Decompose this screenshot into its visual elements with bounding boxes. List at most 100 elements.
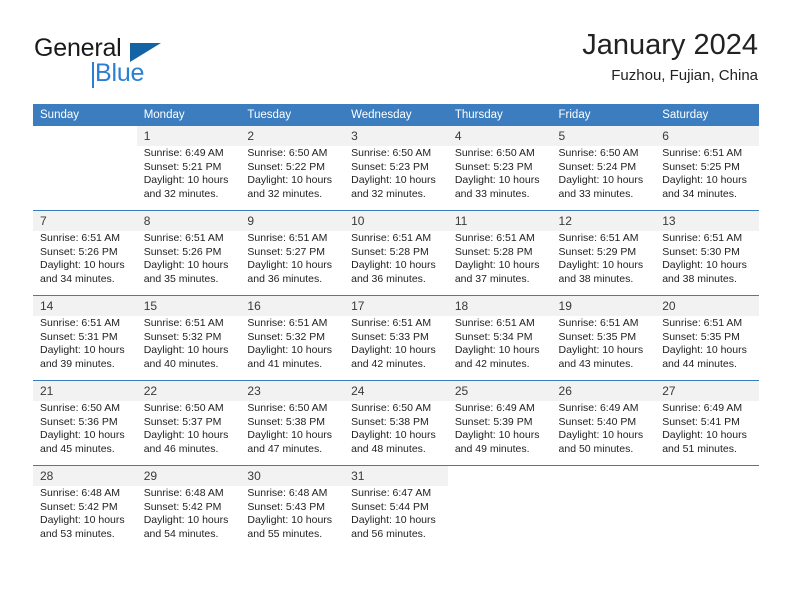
day-info-line-2: Sunset: 5:24 PM	[558, 160, 637, 173]
day-number: 31	[344, 466, 448, 486]
day-info-line-1: Sunrise: 6:51 AM	[143, 232, 224, 244]
calendar-week-row: 1 Sunrise: 6:49 AM Sunset: 5:21 PM Daylight…	[33, 126, 759, 211]
calendar-day-cell[interactable]: 3 Sunrise: 6:50 AM Sunset: 5:23 PM Daylight…	[344, 126, 448, 211]
day-number: 29	[136, 466, 241, 486]
day-info-line-1: Sunrise: 6:50 AM	[40, 402, 120, 414]
day-info-line-2: Sunset: 5:41 PM	[662, 415, 740, 428]
day-number: 10	[344, 211, 448, 231]
calendar-day-cell[interactable]: 20 Sunrise: 6:51 AM Sunset: 5:35 PM Dayligh…	[655, 295, 759, 381]
day-sun-info	[33, 146, 137, 147]
day-info-line-2: Sunset: 5:23 PM	[454, 160, 533, 173]
day-sun-info: Sunrise: 6:51 AM Sunset: 5:26 PM Daylight:…	[137, 231, 241, 286]
day-info-line-2: Sunset: 5:34 PM	[454, 330, 533, 343]
day-sun-info: Sunrise: 6:51 AM Sunset: 5:33 PM Daylight:…	[344, 316, 448, 371]
calendar-day-cell[interactable]: 7 Sunrise: 6:51 AM Sunset: 5:26 PM Daylight…	[33, 210, 137, 296]
title-block: January 2024 Fuzhou, Fujian, China	[582, 28, 758, 87]
day-info-line-3: Daylight: 10 hours	[662, 259, 747, 272]
day-info-line-1: Sunrise: 6:51 AM	[247, 232, 328, 244]
calendar-day-cell[interactable]: 25 Sunrise: 6:49 AM Sunset: 5:39 PM Dayligh…	[447, 380, 552, 466]
day-info-line-3: Daylight: 10 hours	[40, 344, 125, 357]
calendar-day-cell[interactable]: 5 Sunrise: 6:50 AM Sunset: 5:24 PM Daylight…	[551, 126, 656, 211]
day-info-line-1: Sunrise: 6:51 AM	[454, 317, 535, 329]
day-info-line-2: Sunset: 5:26 PM	[40, 245, 118, 258]
calendar-day-cell[interactable]: 18 Sunrise: 6:51 AM Sunset: 5:34 PM Dayligh…	[447, 295, 552, 381]
day-info-line-2: Sunset: 5:32 PM	[143, 330, 222, 343]
day-info-line-3: Daylight: 10 hours	[247, 514, 333, 527]
calendar-day-cell[interactable]: 23 Sunrise: 6:50 AM Sunset: 5:38 PM Dayligh…	[240, 380, 345, 466]
calendar-day-cell[interactable]: 27 Sunrise: 6:49 AM Sunset: 5:41 PM Dayligh…	[655, 380, 759, 466]
day-info-line-1: Sunrise: 6:51 AM	[662, 232, 743, 244]
weekday-header-friday: Friday	[551, 104, 656, 126]
calendar-day-cell[interactable]: 11 Sunrise: 6:51 AM Sunset: 5:28 PM Dayligh…	[447, 210, 552, 296]
day-info-line-4: and 46 minutes.	[143, 442, 219, 455]
calendar-day-cell[interactable]: 21 Sunrise: 6:50 AM Sunset: 5:36 PM Dayligh…	[33, 380, 137, 466]
calendar-day-cell[interactable]: 19 Sunrise: 6:51 AM Sunset: 5:35 PM Dayligh…	[551, 295, 656, 381]
logo-text-general: General	[34, 34, 122, 62]
calendar-day-cell[interactable]: 30 Sunrise: 6:48 AM Sunset: 5:43 PM Dayligh…	[240, 465, 345, 550]
calendar-day-cell[interactable]: 15 Sunrise: 6:51 AM Sunset: 5:32 PM Dayligh…	[136, 295, 241, 381]
day-info-line-4: and 35 minutes.	[143, 272, 219, 285]
day-sun-info: Sunrise: 6:50 AM Sunset: 5:23 PM Daylight:…	[344, 146, 448, 201]
day-info-line-1: Sunrise: 6:50 AM	[351, 147, 432, 159]
day-sun-info: Sunrise: 6:51 AM Sunset: 5:25 PM Daylight:…	[655, 146, 759, 201]
calendar-day-cell[interactable]: 4 Sunrise: 6:50 AM Sunset: 5:23 PM Daylight…	[447, 126, 552, 211]
calendar-day-cell[interactable]: 1 Sunrise: 6:49 AM Sunset: 5:21 PM Daylight…	[136, 126, 241, 211]
day-number: 3	[344, 126, 448, 146]
day-info-line-4: and 32 minutes.	[351, 187, 426, 200]
day-info-line-2: Sunset: 5:33 PM	[351, 330, 429, 343]
day-info-line-4: and 32 minutes.	[143, 187, 219, 200]
calendar-day-cell[interactable]: 24 Sunrise: 6:50 AM Sunset: 5:38 PM Dayligh…	[344, 380, 448, 466]
day-number	[552, 466, 656, 486]
calendar-day-cell[interactable]: 2 Sunrise: 6:50 AM Sunset: 5:22 PM Daylight…	[240, 126, 345, 211]
calendar-day-cell[interactable]: 10 Sunrise: 6:51 AM Sunset: 5:28 PM Dayligh…	[344, 210, 448, 296]
day-info-line-3: Daylight: 10 hours	[40, 514, 125, 527]
calendar-day-cell[interactable]: 29 Sunrise: 6:48 AM Sunset: 5:42 PM Dayligh…	[136, 465, 241, 550]
day-info-line-3: Daylight: 10 hours	[454, 429, 540, 442]
day-info-line-4: and 51 minutes.	[662, 442, 737, 455]
day-info-line-1: Sunrise: 6:51 AM	[351, 232, 432, 244]
general-blue-logo[interactable]: General Blue	[34, 34, 264, 90]
day-sun-info: Sunrise: 6:51 AM Sunset: 5:28 PM Daylight:…	[448, 231, 552, 286]
calendar-day-cell[interactable]: 12 Sunrise: 6:51 AM Sunset: 5:29 PM Dayligh…	[551, 210, 656, 296]
day-info-line-3: Daylight: 10 hours	[143, 429, 229, 442]
day-info-line-4: and 34 minutes.	[40, 272, 115, 285]
calendar-day-cell[interactable]: 16 Sunrise: 6:51 AM Sunset: 5:32 PM Dayligh…	[240, 295, 345, 381]
day-info-line-2: Sunset: 5:30 PM	[662, 245, 740, 258]
day-number	[448, 466, 552, 486]
day-sun-info: Sunrise: 6:48 AM Sunset: 5:42 PM Daylight:…	[33, 486, 137, 541]
day-sun-info: Sunrise: 6:51 AM Sunset: 5:30 PM Daylight:…	[655, 231, 759, 286]
day-sun-info: Sunrise: 6:51 AM Sunset: 5:32 PM Daylight:…	[137, 316, 241, 371]
day-info-line-2: Sunset: 5:39 PM	[454, 415, 533, 428]
calendar-day-cell[interactable]: 31 Sunrise: 6:47 AM Sunset: 5:44 PM Dayligh…	[344, 465, 448, 550]
day-info-line-2: Sunset: 5:42 PM	[143, 500, 222, 513]
day-number: 21	[33, 381, 137, 401]
calendar-week-row: 21 Sunrise: 6:50 AM Sunset: 5:36 PM Dayligh…	[33, 380, 759, 466]
page-subtitle: Fuzhou, Fujian, China	[611, 67, 758, 84]
calendar-week-row: 14 Sunrise: 6:51 AM Sunset: 5:31 PM Dayligh…	[33, 295, 759, 381]
day-number: 13	[655, 211, 759, 231]
day-info-line-4: and 48 minutes.	[351, 442, 426, 455]
calendar-day-cell[interactable]: 13 Sunrise: 6:51 AM Sunset: 5:30 PM Dayligh…	[655, 210, 759, 296]
calendar-day-cell[interactable]: 9 Sunrise: 6:51 AM Sunset: 5:27 PM Daylight…	[240, 210, 345, 296]
calendar-day-cell[interactable]: 26 Sunrise: 6:49 AM Sunset: 5:40 PM Dayligh…	[551, 380, 656, 466]
day-number	[33, 126, 137, 146]
day-number: 5	[551, 126, 656, 146]
day-info-line-2: Sunset: 5:35 PM	[662, 330, 740, 343]
calendar-day-cell[interactable]: 22 Sunrise: 6:50 AM Sunset: 5:37 PM Dayligh…	[136, 380, 241, 466]
calendar-day-cell[interactable]: 8 Sunrise: 6:51 AM Sunset: 5:26 PM Daylight…	[136, 210, 241, 296]
calendar-week-row: 7 Sunrise: 6:51 AM Sunset: 5:26 PM Daylight…	[33, 210, 759, 296]
day-info-line-2: Sunset: 5:29 PM	[558, 245, 637, 258]
day-info-line-1: Sunrise: 6:50 AM	[247, 147, 328, 159]
calendar-day-cell[interactable]: 6 Sunrise: 6:51 AM Sunset: 5:25 PM Daylight…	[655, 126, 759, 211]
day-info-line-1: Sunrise: 6:51 AM	[247, 317, 328, 329]
day-info-line-2: Sunset: 5:28 PM	[351, 245, 429, 258]
day-info-line-1: Sunrise: 6:51 AM	[454, 232, 535, 244]
day-info-line-3: Daylight: 10 hours	[351, 344, 436, 357]
calendar-day-cell[interactable]: 17 Sunrise: 6:51 AM Sunset: 5:33 PM Dayligh…	[344, 295, 448, 381]
day-number: 11	[447, 211, 552, 231]
calendar-day-cell[interactable]: 28 Sunrise: 6:48 AM Sunset: 5:42 PM Dayligh…	[33, 465, 137, 550]
day-number: 1	[136, 126, 241, 146]
day-info-line-3: Daylight: 10 hours	[143, 174, 229, 187]
day-info-line-3: Daylight: 10 hours	[247, 344, 333, 357]
calendar-day-cell[interactable]: 14 Sunrise: 6:51 AM Sunset: 5:31 PM Dayligh…	[33, 295, 137, 381]
